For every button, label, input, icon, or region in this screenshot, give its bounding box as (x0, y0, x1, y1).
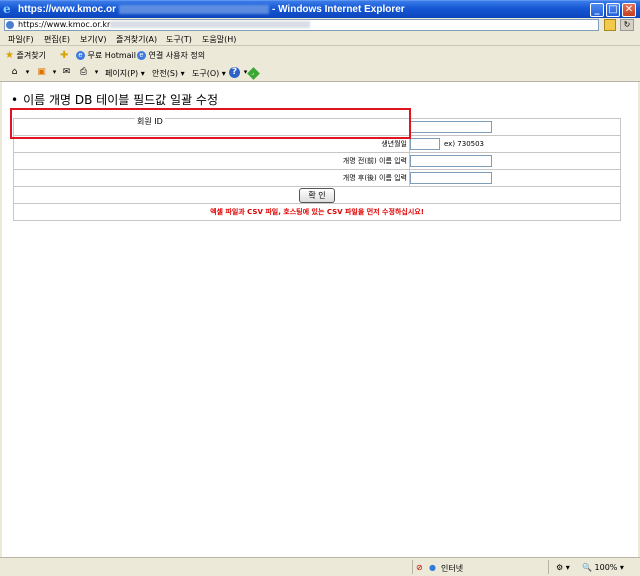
redacted-url-path (110, 21, 311, 28)
warning-row: 엑셀 파일과 CSV 파일, 호스팅에 있는 CSV 파일을 먼저 수정하십시요… (13, 203, 621, 221)
close-button[interactable]: ✕ (622, 3, 636, 17)
custom-links-label: 연결 사용자 정의 (148, 51, 206, 60)
ie-logo-icon: e (3, 2, 11, 16)
window-title-app: - Windows Internet Explorer (271, 4, 405, 15)
old-name-label: 개명 전(前) 이름 입력 (13, 152, 410, 170)
favorite-hotmail[interactable]: e 무료 Hotmail (76, 50, 136, 61)
new-name-row: 개명 후(後) 이름 입력 (13, 169, 621, 187)
home-icon[interactable]: ⌂ (9, 67, 20, 78)
globe-icon: ● (429, 563, 436, 572)
ie-page-icon: e (137, 51, 146, 60)
window-title: https://www.kmoc.or - Windows Internet Ex… (18, 4, 405, 15)
old-name-input[interactable] (410, 155, 492, 167)
zone-label: 인터넷 (441, 564, 464, 573)
birthdate-hint: ex) 730503 (444, 140, 485, 148)
confirm-button[interactable]: 확 인 (299, 187, 335, 203)
favorite-custom-links[interactable]: e 연결 사용자 정의 (137, 50, 205, 61)
favorites-button[interactable]: ★ 즐겨찾기 (5, 50, 46, 61)
redacted-url-segment (118, 4, 269, 14)
lock-icon[interactable] (604, 19, 616, 31)
page-title: 이름 개명 DB 테이블 필드값 일괄 수정 (11, 91, 218, 108)
member-id-label: 회원 ID (135, 115, 165, 128)
safety-menu[interactable]: 안전(S) ▾ (152, 68, 185, 79)
blocked-icon[interactable]: ⊘ (416, 563, 423, 572)
favorites-star-icon: ★ (5, 50, 14, 61)
command-bar: ⌂ ▾ ▣ ▾ ✉ ⎙ ▾ 페이지(P) ▾ 안전(S) ▾ 도구(O) ▾ ?… (0, 64, 640, 82)
member-id-input[interactable] (410, 121, 492, 133)
tools-menu[interactable]: 도구(O) ▾ (192, 68, 226, 79)
address-bar: https://www.kmoc.or.kr ↻ (0, 18, 640, 32)
address-url-text: https://www.kmoc.or.kr (18, 20, 111, 29)
old-name-row: 개명 전(前) 이름 입력 (13, 152, 621, 170)
home-dropdown-icon[interactable]: ▾ (22, 67, 33, 78)
favorites-label: 즐겨찾기 (16, 51, 46, 60)
page-menu[interactable]: 페이지(P) ▾ (105, 68, 145, 79)
protected-mode-icon[interactable]: ⚙ ▾ (556, 563, 570, 572)
highlight-box (10, 108, 411, 139)
ie-page-icon: e (76, 51, 85, 60)
favorites-bar: ★ 즐겨찾기 ✚ e 무료 Hotmail e 연결 사용자 정의 (0, 46, 640, 64)
menu-favorites[interactable]: 즐겨찾기(A) (116, 34, 157, 45)
minimize-button[interactable]: _ (590, 3, 604, 17)
page-content: 이름 개명 DB 테이블 필드값 일괄 수정 생년월일 ex) 730503 개… (0, 82, 640, 557)
menu-bar: 파일(F) 편집(E) 보기(V) 즐겨찾기(A) 도구(T) 도움말(H) (0, 32, 640, 46)
birthdate-input[interactable] (410, 138, 440, 150)
maximize-button[interactable]: □ (606, 3, 620, 17)
menu-file[interactable]: 파일(F) (8, 34, 34, 45)
menu-edit[interactable]: 편집(E) (44, 34, 70, 45)
help-icon[interactable]: ? (229, 67, 240, 78)
menu-tools[interactable]: 도구(T) (166, 34, 192, 45)
address-input[interactable]: https://www.kmoc.or.kr (4, 19, 599, 31)
menu-view[interactable]: 보기(V) (80, 34, 106, 45)
zoom-control[interactable]: 🔍 100% ▾ (582, 563, 624, 572)
status-bar: ⊘ ● 인터넷 ⚙ ▾ 🔍 100% ▾ (0, 557, 640, 576)
mail-icon[interactable]: ✉ (61, 67, 72, 78)
new-name-label: 개명 후(後) 이름 입력 (13, 169, 410, 187)
new-name-input[interactable] (410, 172, 492, 184)
site-favicon-icon (6, 21, 14, 29)
warning-text: 엑셀 파일과 CSV 파일, 호스팅에 있는 CSV 파일을 먼저 수정하십시요… (13, 203, 621, 221)
hotmail-label: 무료 Hotmail (87, 51, 136, 60)
print-dropdown-icon[interactable]: ▾ (91, 67, 102, 78)
confirm-row: 확 인 (13, 186, 621, 204)
window-title-url: https://www.kmoc.or (18, 4, 116, 15)
menu-help[interactable]: 도움말(H) (202, 34, 236, 45)
window-titlebar[interactable]: e https://www.kmoc.or - Windows Internet … (0, 0, 640, 18)
refresh-icon[interactable]: ↻ (620, 19, 634, 31)
add-favorite-icon[interactable]: ✚ (60, 50, 68, 61)
feeds-dropdown-icon[interactable]: ▾ (49, 67, 60, 78)
status-separator (548, 560, 549, 574)
feeds-icon[interactable]: ▣ (36, 67, 47, 78)
status-separator (412, 560, 413, 574)
print-icon[interactable]: ⎙ (78, 67, 89, 78)
